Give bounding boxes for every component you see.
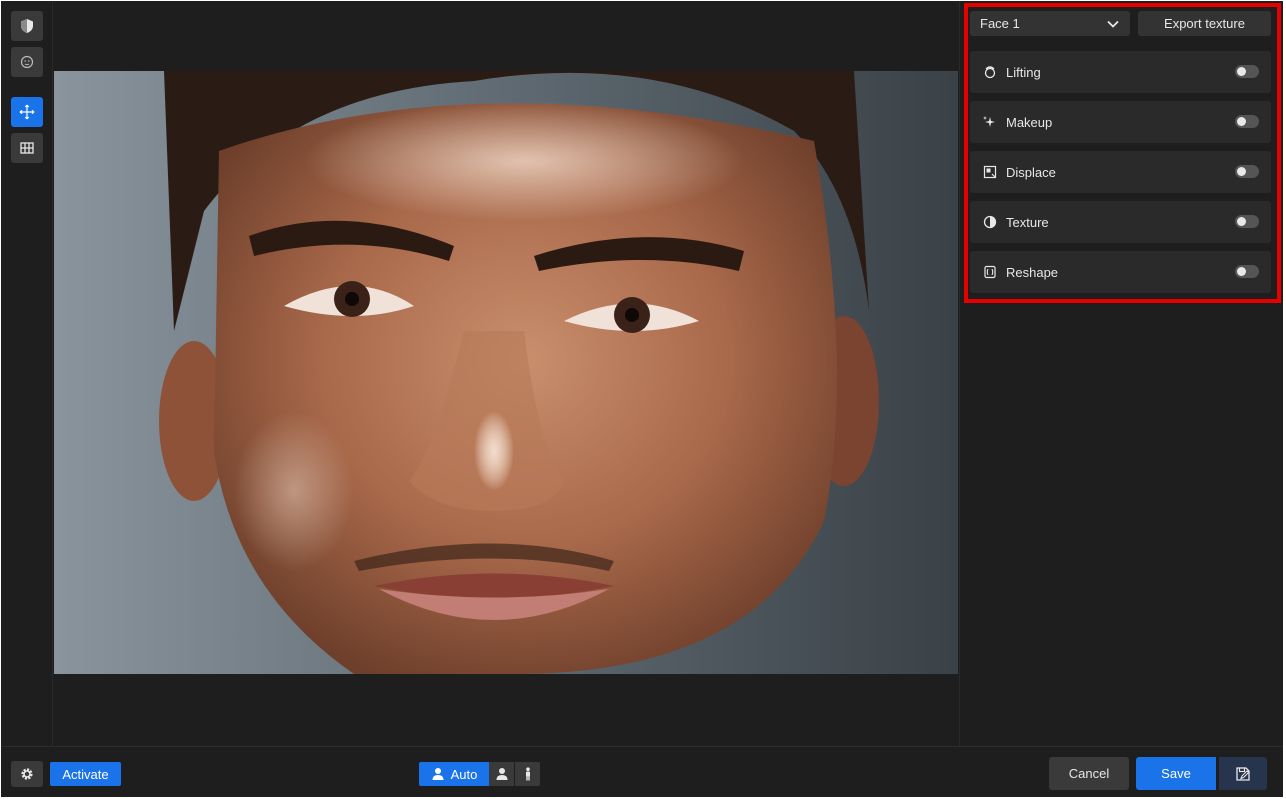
mode-auto-label: Auto — [450, 766, 478, 782]
highlight-box — [964, 3, 1281, 303]
save-edit-button[interactable] — [1219, 757, 1267, 790]
mode-portrait-button[interactable] — [489, 762, 514, 786]
mode-auto-button[interactable]: Auto — [419, 762, 489, 786]
person-icon — [432, 768, 444, 780]
full-body-icon — [525, 767, 530, 781]
right-panel: Face 1 Export texture Lifting Makeup Dis… — [959, 1, 1283, 746]
grid-tool-button[interactable] — [11, 133, 43, 163]
detection-mode-group: Auto — [419, 762, 540, 786]
settings-button[interactable] — [11, 761, 43, 787]
canvas-area[interactable] — [54, 1, 958, 746]
portrait-icon — [496, 768, 507, 780]
save-button[interactable]: Save — [1136, 757, 1216, 790]
save-edit-icon — [1236, 766, 1250, 781]
activate-button[interactable]: Activate — [50, 762, 121, 786]
grid-icon — [20, 142, 34, 154]
shield-tool-button[interactable] — [11, 11, 43, 41]
move-tool-button[interactable] — [11, 97, 43, 127]
portrait-image — [54, 71, 958, 674]
gear-icon — [21, 768, 33, 780]
portrait-photo[interactable] — [54, 71, 958, 674]
mode-full-body-button[interactable] — [515, 762, 540, 786]
left-toolbar — [1, 1, 53, 746]
shield-icon — [21, 19, 33, 33]
move-icon — [19, 104, 35, 120]
face-icon — [20, 55, 34, 69]
bottom-bar: Activate Auto Cancel Save — [1, 746, 1283, 797]
cancel-button[interactable]: Cancel — [1049, 757, 1129, 790]
app-window: Face 1 Export texture Lifting Makeup Dis… — [1, 1, 1283, 797]
face-tool-button[interactable] — [11, 47, 43, 77]
